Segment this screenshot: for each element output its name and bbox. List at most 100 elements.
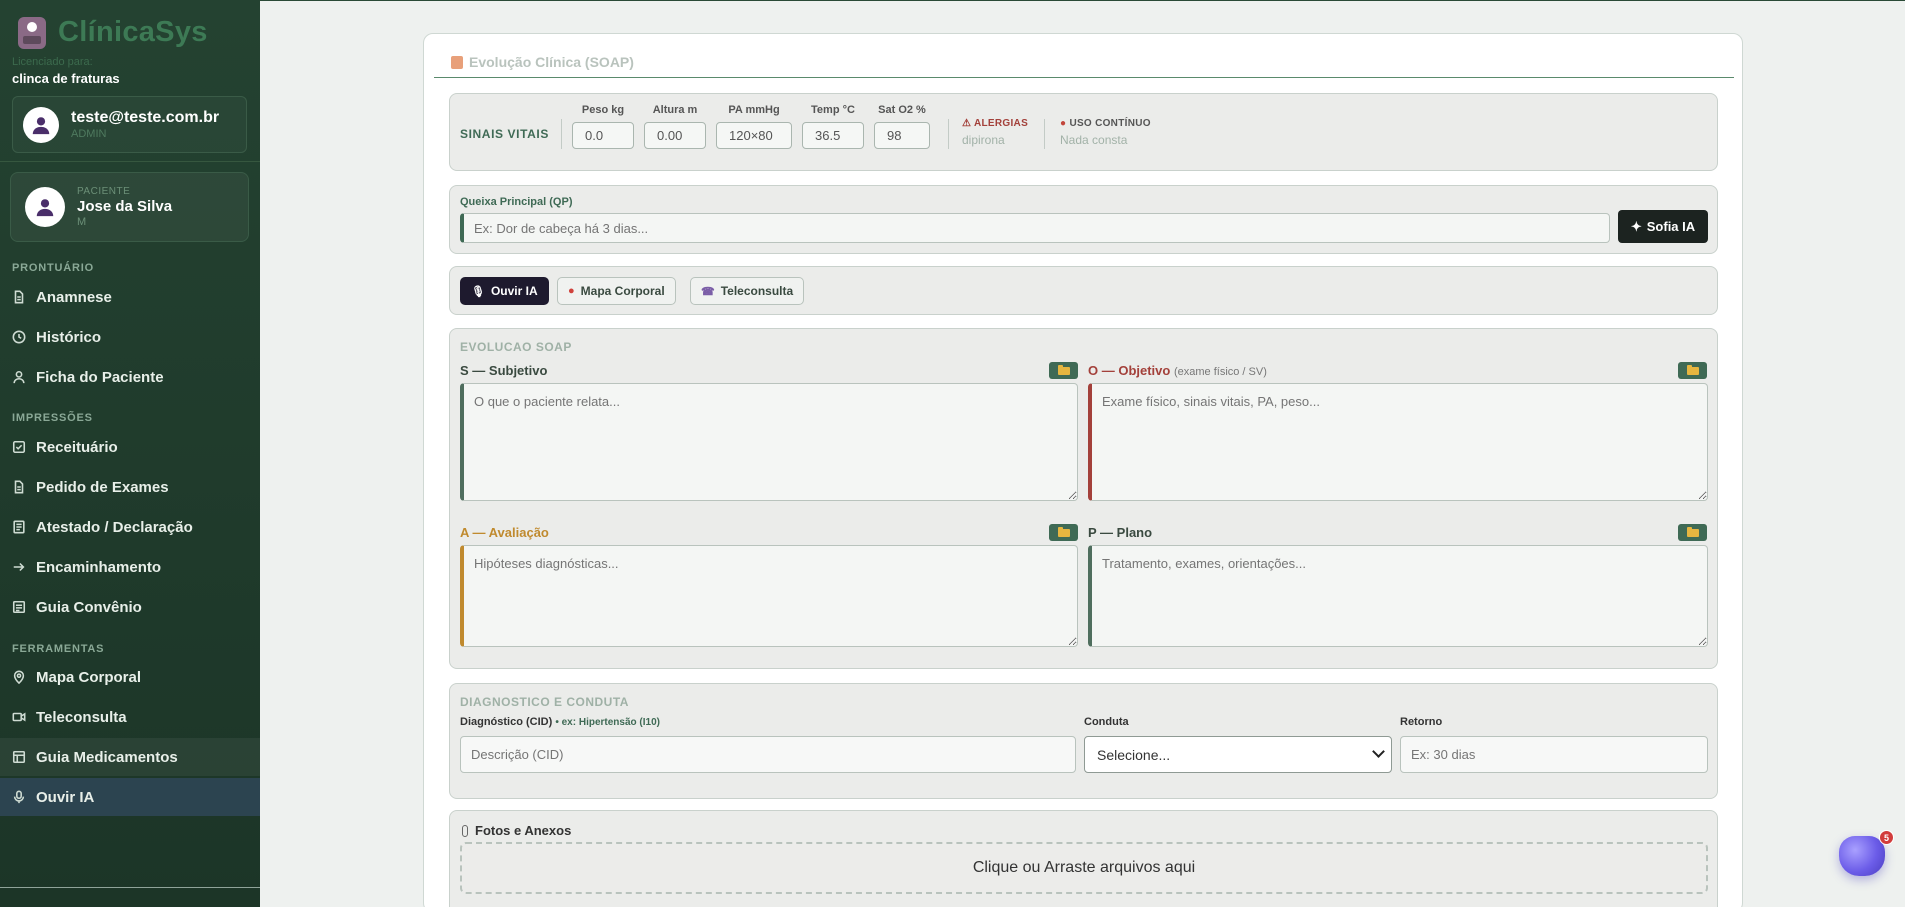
sidebar: ClínicaSys Licenciado para: clinca de fr…: [0, 0, 260, 907]
p-plan-textarea[interactable]: [1088, 545, 1708, 647]
top-border: [260, 0, 1905, 1]
assistant-bot-icon: [1839, 836, 1885, 876]
sidebar-item-label: Guia Medicamentos: [36, 748, 178, 766]
user-role: ADMIN: [71, 128, 107, 140]
user-icon: [13, 370, 25, 384]
patient-label: PACIENTE: [77, 186, 131, 197]
cid-label: Diagnóstico (CID) • ex: Hipertensão (I10…: [460, 716, 660, 728]
temp-label: Temp °C: [811, 104, 855, 116]
patient-avatar-icon: [25, 187, 65, 227]
sidebar-item-label: Teleconsulta: [36, 708, 127, 726]
mapa-corporal-label: Mapa Corporal: [580, 284, 665, 298]
list-icon: [12, 600, 26, 614]
temp-input[interactable]: [802, 122, 864, 149]
patient-sex: M: [77, 216, 87, 228]
conduta-select[interactable]: Selecione...: [1084, 736, 1392, 773]
folder-icon: [1057, 364, 1070, 375]
p-templates-button[interactable]: [1678, 524, 1707, 541]
vitals-label: SINAIS VITAIS: [460, 127, 549, 141]
vitals-panel: SINAIS VITAIS Peso kg Altura m PA mmHg T…: [449, 93, 1718, 171]
brand[interactable]: ClínicaSys: [18, 16, 208, 49]
file-text-icon: [13, 520, 25, 534]
s-templates-button[interactable]: [1049, 362, 1078, 379]
table-icon: [12, 750, 26, 764]
sat-input[interactable]: [874, 122, 930, 149]
pill-icon: ●: [1060, 118, 1067, 129]
teleconsulta-label: Teleconsulta: [720, 284, 794, 298]
licensed-label: Licenciado para:: [12, 56, 93, 68]
weight-input[interactable]: [572, 122, 634, 149]
a-templates-button[interactable]: [1049, 524, 1078, 541]
sidebar-item-encaminhamento[interactable]: Encaminhamento: [0, 548, 260, 586]
sidebar-item-label: Histórico: [36, 328, 102, 346]
temp-field: Temp °C: [802, 104, 864, 149]
sidebar-item-label: Guia Convênio: [36, 598, 142, 616]
weight-label: Peso kg: [581, 104, 625, 116]
bp-field: PA mmHg: [716, 104, 792, 149]
teleconsulta-button[interactable]: ☎ Teleconsulta: [690, 277, 805, 305]
ouvir-ia-label: Ouvir IA: [490, 284, 538, 298]
conduta-label: Conduta: [1084, 716, 1129, 728]
file-dropzone[interactable]: Clique ou Arraste arquivos aqui: [460, 842, 1708, 894]
qp-label: Queixa Principal (QP): [460, 196, 573, 208]
sidebar-item-receituario[interactable]: Receituário: [0, 428, 260, 466]
sidebar-item-label: Encaminhamento: [36, 558, 162, 576]
s-subjective-textarea[interactable]: [460, 383, 1078, 501]
conduta-selected: Selecione...: [1097, 746, 1171, 763]
sidebar-item-label: Ouvir IA: [36, 788, 95, 806]
soap-card: Evolução Clínica (SOAP) SINAIS VITAIS Pe…: [423, 33, 1743, 907]
mapa-corporal-button[interactable]: ● Mapa Corporal: [557, 277, 676, 305]
continuous-use-value: Nada consta: [1060, 133, 1128, 147]
sidebar-item-teleconsulta[interactable]: Teleconsulta: [0, 698, 260, 736]
arrow-right-icon: [13, 562, 25, 572]
memo-icon: [451, 55, 463, 69]
retorno-input[interactable]: [1400, 736, 1708, 773]
patient-card[interactable]: PACIENTE Jose da Silva M: [10, 172, 249, 242]
o-objective-textarea[interactable]: [1088, 383, 1708, 501]
mic-icon: [13, 790, 25, 804]
sidebar-item-guia-convenio[interactable]: Guia Convênio: [0, 588, 260, 626]
sidebar-item-atestado[interactable]: Atestado / Declaração: [0, 508, 260, 546]
cid-input[interactable]: [460, 736, 1076, 773]
qp-input[interactable]: [460, 213, 1610, 243]
sidebar-item-ficha[interactable]: Ficha do Paciente: [0, 358, 260, 396]
paperclip-icon: [462, 824, 468, 837]
o-label: O — Objetivo (exame físico / SV): [1088, 363, 1267, 378]
allergies-block: ⚠ ALERGIAS dipirona: [962, 118, 1028, 147]
document-icon: [14, 480, 24, 494]
section-prontuario: PRONTUÁRIO: [12, 262, 94, 274]
ouvir-ia-button[interactable]: 🎙 Ouvir IA: [460, 277, 549, 305]
brand-name: ClínicaSys: [58, 16, 208, 48]
map-pin-icon: [13, 670, 25, 684]
user-avatar-icon: [23, 106, 59, 143]
s-label: S — Subjetivo: [460, 363, 548, 378]
p-label: P — Plano: [1088, 525, 1153, 540]
sidebar-item-ouvir-ia[interactable]: Ouvir IA: [0, 778, 260, 816]
user-card[interactable]: teste@teste.com.br ADMIN: [12, 96, 247, 153]
diagnosis-panel: DIAGNOSTICO E CONDUTA Diagnóstico (CID) …: [449, 683, 1718, 799]
attachments-title: Fotos e Anexos: [462, 823, 571, 838]
sidebar-item-anamnese[interactable]: Anamnese: [0, 278, 260, 316]
bp-input[interactable]: [716, 122, 792, 149]
ai-assistant-button[interactable]: 5: [1837, 830, 1894, 878]
sat-field: Sat O2 %: [874, 104, 930, 149]
vitals-separator: [1044, 119, 1045, 149]
sofia-ia-label: Sofia IA: [1646, 219, 1696, 234]
sofia-ia-button[interactable]: ✦ Sofia IA: [1618, 210, 1708, 243]
sidebar-item-guia-medicamentos[interactable]: Guia Medicamentos: [0, 738, 260, 776]
sidebar-item-historico[interactable]: Histórico: [0, 318, 260, 356]
notification-badge: 5: [1879, 830, 1894, 845]
weight-field: Peso kg: [572, 104, 634, 149]
o-templates-button[interactable]: [1678, 362, 1707, 379]
sidebar-item-mapa-corporal[interactable]: Mapa Corporal: [0, 658, 260, 696]
diagnosis-heading: DIAGNOSTICO E CONDUTA: [460, 695, 629, 709]
video-icon: [12, 712, 26, 722]
a-assessment-textarea[interactable]: [460, 545, 1078, 647]
sidebar-item-pedido-exames[interactable]: Pedido de Exames: [0, 468, 260, 506]
height-input[interactable]: [644, 122, 706, 149]
folder-icon: [1686, 526, 1699, 537]
sidebar-item-label: Pedido de Exames: [36, 478, 169, 496]
patient-name: Jose da Silva: [77, 198, 173, 215]
tools-panel: 🎙 Ouvir IA ● Mapa Corporal ☎ Teleconsult…: [449, 266, 1718, 315]
sidebar-item-label: Mapa Corporal: [36, 668, 142, 686]
